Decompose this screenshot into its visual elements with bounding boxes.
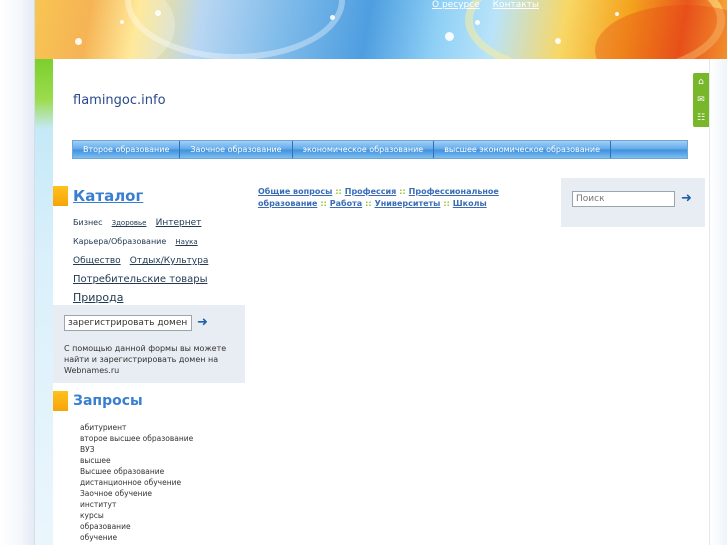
domain-description: С помощью данной формы вы можете найти и… bbox=[64, 344, 227, 375]
query-item[interactable]: второе высшее образование bbox=[80, 433, 193, 444]
mail-icon[interactable]: ✉ bbox=[697, 95, 705, 105]
domain-input[interactable] bbox=[64, 315, 192, 331]
domain-register-box: ➜ С помощью данной формы вы можете найти… bbox=[53, 305, 245, 383]
separator: :: bbox=[443, 199, 450, 208]
separator: :: bbox=[365, 199, 372, 208]
top-nav: О ресурсе Контакты bbox=[432, 0, 539, 12]
site-title: flamingoc.info bbox=[73, 93, 166, 108]
search-box: ➜ bbox=[561, 178, 705, 227]
queries-title: Запросы bbox=[73, 393, 143, 409]
queries-marker bbox=[53, 391, 68, 411]
catalog-tag[interactable]: Здоровье bbox=[112, 219, 147, 227]
catalog-tag[interactable]: Общество bbox=[73, 256, 121, 266]
top-nav-about[interactable]: О ресурсе bbox=[432, 0, 480, 12]
category-link[interactable]: Университеты bbox=[375, 199, 441, 208]
main-nav-item[interactable]: Заочное образование bbox=[180, 141, 293, 158]
catalog-marker bbox=[53, 186, 68, 206]
sitemap-icon[interactable]: ☷ bbox=[697, 113, 705, 123]
query-item[interactable]: обучение bbox=[80, 532, 193, 543]
category-link[interactable]: Профессия bbox=[345, 187, 397, 196]
query-item[interactable]: ВУЗ bbox=[80, 444, 193, 455]
catalog-tag[interactable]: Бизнес bbox=[73, 218, 103, 227]
query-item[interactable]: Заочное обучение bbox=[80, 488, 193, 499]
right-edge bbox=[709, 59, 727, 545]
arrow-right-icon[interactable]: ➜ bbox=[681, 192, 692, 205]
query-item[interactable]: Высшее образование bbox=[80, 466, 193, 477]
query-item[interactable]: институт bbox=[80, 499, 193, 510]
main-nav-item[interactable]: высшее экономическое образование bbox=[434, 141, 611, 158]
query-item[interactable]: дистанционное обучение bbox=[80, 477, 193, 488]
arrow-right-icon[interactable]: ➜ bbox=[197, 316, 208, 329]
main-nav: Второе образование Заочное образование э… bbox=[72, 140, 688, 159]
catalog-tag[interactable]: Наука bbox=[175, 238, 197, 246]
catalog-title[interactable]: Каталог bbox=[73, 187, 143, 205]
category-link[interactable]: Общие вопросы bbox=[258, 187, 332, 196]
main-nav-item[interactable]: Второе образование bbox=[73, 141, 181, 158]
queries-list: абитуриент второе высшее образование ВУЗ… bbox=[80, 422, 193, 543]
catalog-tag[interactable]: Отдых/Культура bbox=[130, 256, 209, 266]
page: О ресурсе Контакты ⌂ ✉ ☷ flamingoc.info … bbox=[0, 0, 727, 545]
right-icon-bar: ⌂ ✉ ☷ bbox=[693, 73, 709, 127]
query-item[interactable]: абитуриент bbox=[80, 422, 193, 433]
catalog-tag[interactable]: Потребительские товары bbox=[73, 274, 207, 285]
catalog-tag[interactable]: Карьера/Образование bbox=[73, 237, 166, 246]
category-link[interactable]: Работа bbox=[330, 199, 362, 208]
separator: :: bbox=[320, 199, 327, 208]
home-icon[interactable]: ⌂ bbox=[698, 77, 704, 87]
category-links: Общие вопросы:: Профессия:: Профессиональн… bbox=[258, 186, 528, 210]
left-gutter bbox=[0, 0, 35, 545]
category-link[interactable]: Школы bbox=[453, 199, 487, 208]
query-item[interactable]: высшее bbox=[80, 455, 193, 466]
query-item[interactable]: курсы bbox=[80, 510, 193, 521]
catalog-tag[interactable]: Природа bbox=[73, 291, 123, 304]
top-nav-contacts[interactable]: Контакты bbox=[493, 0, 539, 12]
separator: :: bbox=[399, 187, 406, 196]
main-nav-item[interactable]: экономическое образование bbox=[293, 141, 435, 158]
catalog-tag[interactable]: Интернет bbox=[156, 218, 202, 228]
header-banner: О ресурсе Контакты bbox=[35, 0, 727, 59]
query-item[interactable]: образование bbox=[80, 521, 193, 532]
separator: :: bbox=[335, 187, 342, 196]
search-input[interactable] bbox=[572, 191, 675, 207]
left-accent-stripe bbox=[35, 59, 53, 545]
